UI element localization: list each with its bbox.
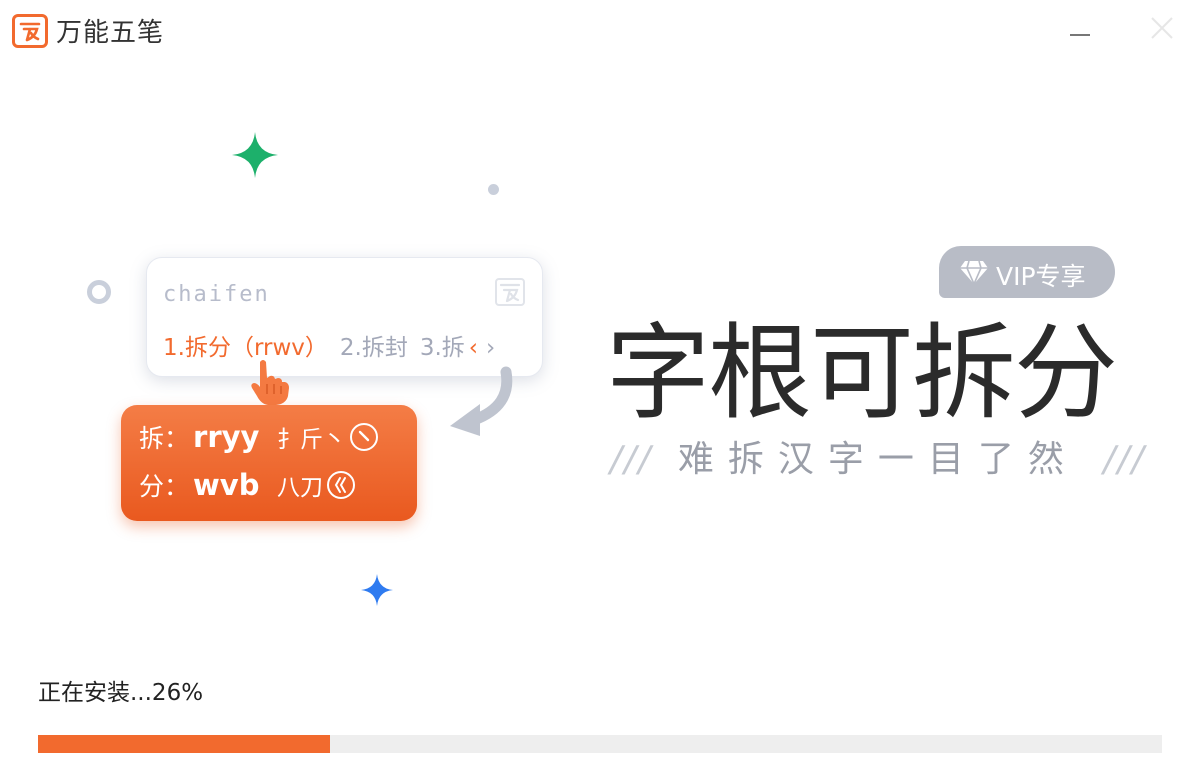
- candidate-logo-icon: [495, 278, 525, 306]
- split-code: rryy: [193, 420, 260, 454]
- close-button[interactable]: [1148, 14, 1176, 42]
- decor-slashes-left: ///: [610, 439, 653, 480]
- split-row-fen: 分： wvb 八刀: [139, 467, 356, 503]
- candidate-window: chaifen 1.拆分（rrwv） 2.拆封 3.拆 ‹ ›: [146, 257, 543, 377]
- stroke-badge-icon: [350, 423, 379, 451]
- candidate-list: 1.拆分（rrwv） 2.拆封 3.拆 ‹ ›: [163, 328, 495, 362]
- split-row-chai: 拆： rryy 扌斤丶: [139, 419, 379, 455]
- next-page-icon[interactable]: ›: [486, 335, 495, 361]
- split-char: 拆：: [139, 424, 190, 453]
- split-char: 分：: [139, 472, 190, 501]
- decorative-dot: [488, 184, 499, 195]
- minimize-button[interactable]: [1068, 18, 1094, 44]
- install-progress-label: 正在安装...26%: [38, 680, 204, 706]
- promo-headline: 字根可拆分: [606, 312, 1118, 434]
- split-roots: 扌斤丶: [277, 427, 347, 453]
- split-roots: 八刀: [277, 475, 324, 501]
- minimize-icon: [1070, 34, 1090, 36]
- decor-slashes-right: ///: [1103, 439, 1146, 480]
- promo-subtitle: /// 难拆汉字一目了然 ///: [610, 430, 1146, 482]
- app-title: 万能五笔: [56, 18, 165, 48]
- prev-page-icon[interactable]: ‹: [469, 335, 478, 361]
- stroke-badge-icon: [327, 471, 356, 499]
- install-progress-fill: [38, 735, 331, 753]
- root-split-card: 拆： rryy 扌斤丶 分： wvb 八刀: [121, 405, 417, 521]
- diamond-icon: [960, 260, 988, 285]
- candidate-item-2[interactable]: 2.拆封: [340, 335, 408, 361]
- install-progress-bar: [38, 735, 1162, 753]
- close-icon: [1151, 17, 1173, 39]
- candidate-item-3[interactable]: 3.拆: [420, 335, 465, 361]
- curved-arrow-icon: [450, 366, 513, 436]
- split-code: wvb: [193, 468, 260, 502]
- candidate-input-text: chaifen: [163, 282, 270, 307]
- hand-pointer-icon: [251, 360, 289, 405]
- green-star-icon: [232, 132, 278, 178]
- promo-subtitle-text: 难拆汉字一目了然: [677, 439, 1078, 480]
- decorative-ring: [87, 280, 111, 304]
- blue-star-icon: [361, 574, 393, 606]
- app-logo-icon: [12, 14, 48, 48]
